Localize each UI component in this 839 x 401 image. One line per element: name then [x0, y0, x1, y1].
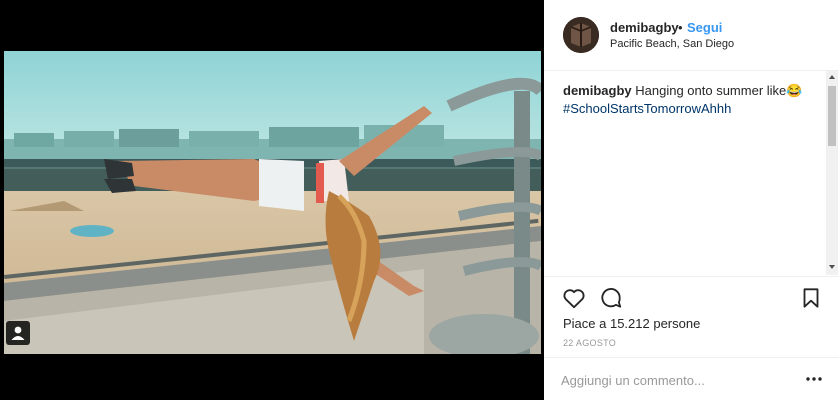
post-caption: demibagby Hanging onto summer like😂 #Sch…	[563, 82, 823, 118]
location-link[interactable]: Pacific Beach, San Diego	[610, 38, 734, 50]
post-media	[0, 0, 544, 400]
scrollbar-thumb[interactable]	[828, 86, 836, 146]
comment-input[interactable]	[561, 370, 781, 390]
caption-text: Hanging onto summer like😂	[635, 83, 803, 98]
follow-button[interactable]: Segui	[687, 20, 722, 35]
comment-bubble-icon[interactable]	[598, 285, 624, 311]
likes-count[interactable]: Piace a 15.212 persone	[563, 316, 700, 331]
post-actions	[544, 276, 839, 317]
add-comment-bar	[544, 357, 839, 401]
avatar[interactable]	[563, 17, 599, 53]
more-options-icon[interactable]	[805, 372, 823, 386]
post-username[interactable]: demibagby	[610, 20, 679, 35]
heart-icon[interactable]	[561, 285, 587, 311]
post-header: demibagby • Segui Pacific Beach, San Die…	[544, 0, 839, 71]
caption-hashtag[interactable]: #SchoolStartsTomorrowAhhh	[563, 100, 823, 118]
comments-scrollbar[interactable]	[826, 71, 838, 275]
post-date: 22 AGOSTO	[563, 338, 617, 348]
comments-area: demibagby Hanging onto summer like😂 #Sch…	[544, 71, 829, 275]
caption-username[interactable]: demibagby	[563, 83, 632, 98]
scroll-up-arrow-icon[interactable]	[829, 75, 835, 79]
user-tag-icon[interactable]	[6, 321, 30, 345]
bookmark-icon[interactable]	[798, 285, 824, 311]
post-side-panel: demibagby • Segui Pacific Beach, San Die…	[544, 0, 839, 400]
post-photo[interactable]	[4, 51, 541, 354]
separator-dot: •	[678, 20, 683, 35]
scroll-down-arrow-icon[interactable]	[829, 265, 835, 269]
